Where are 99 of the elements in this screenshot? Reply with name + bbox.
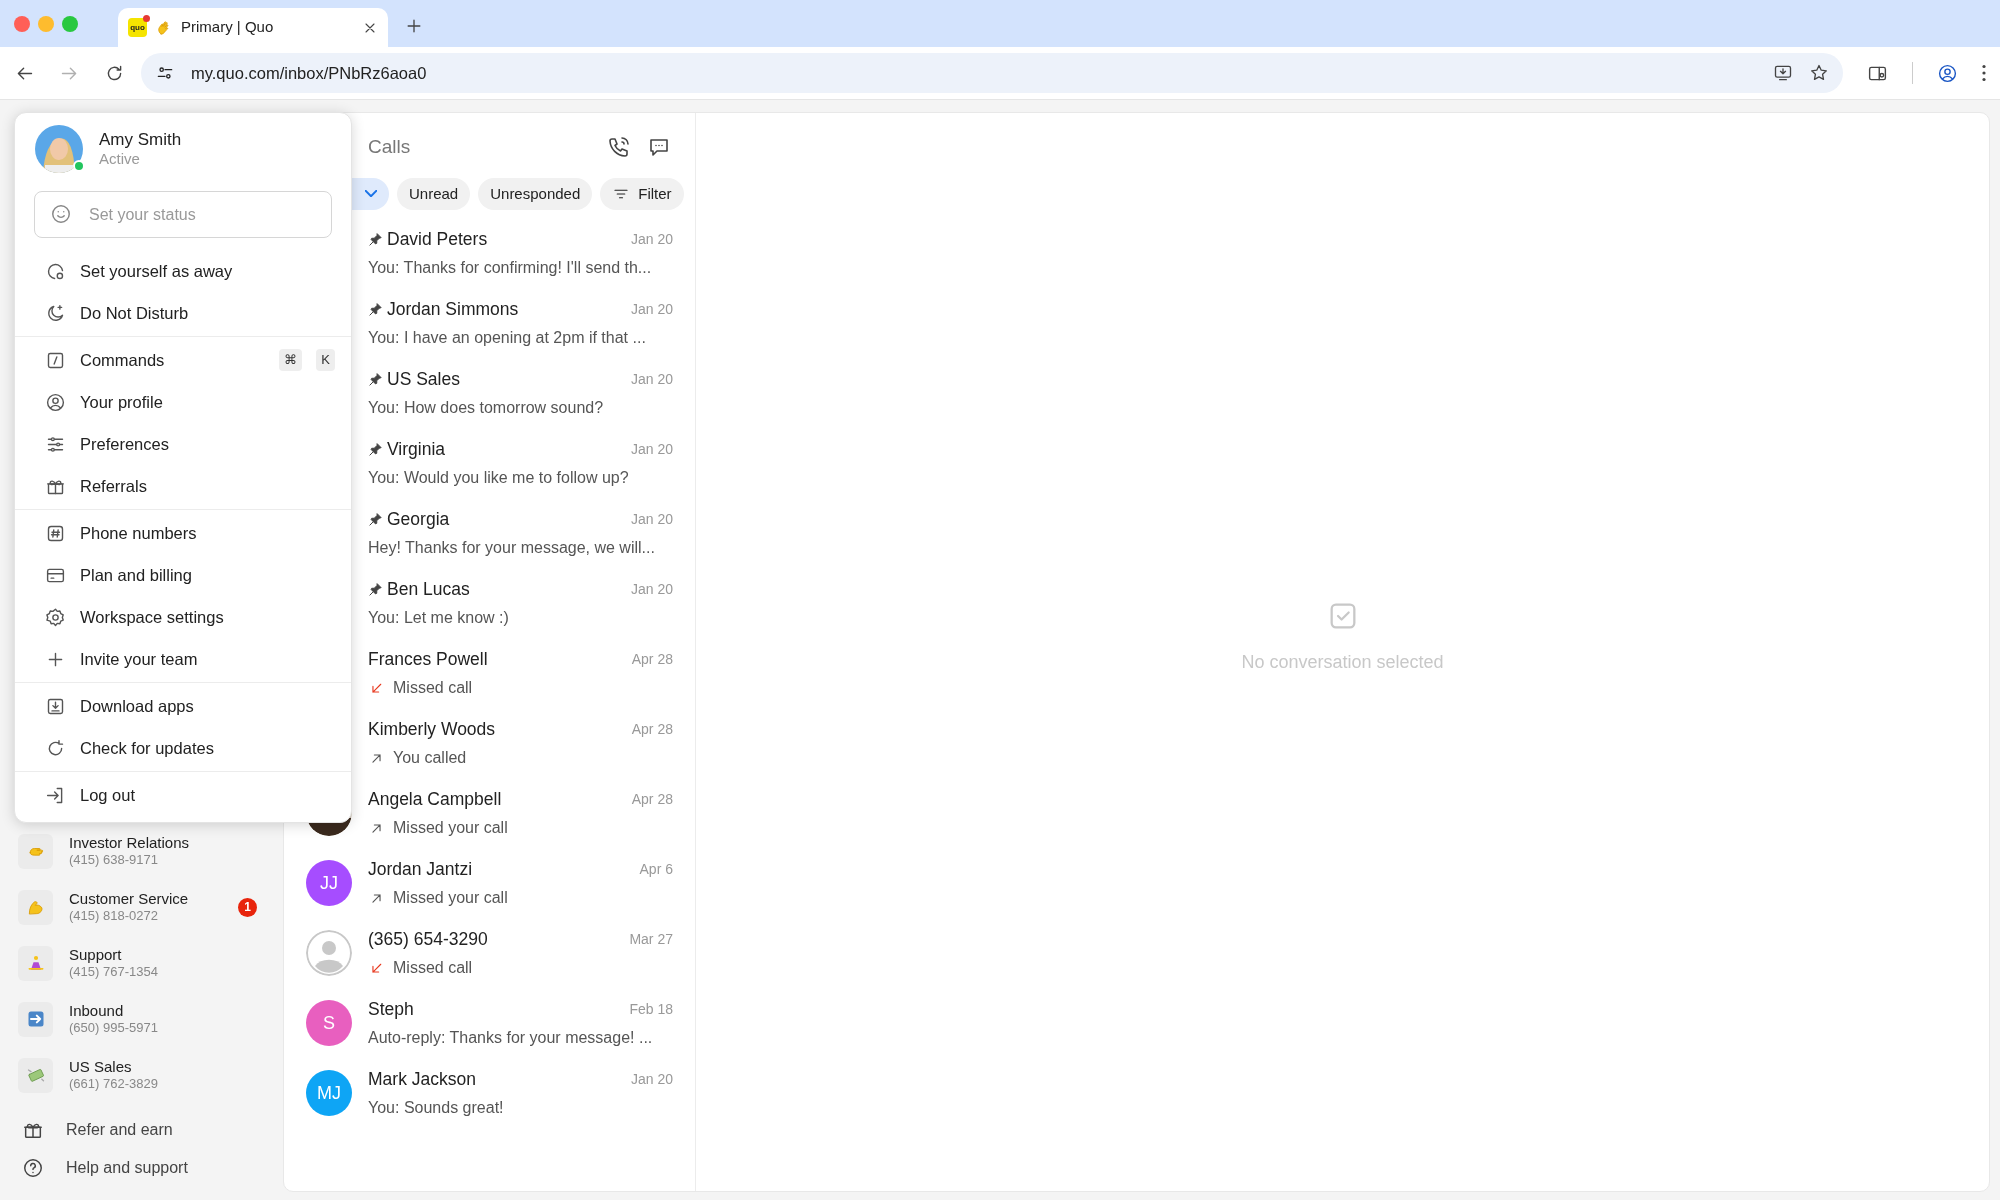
message-preview: Missed call	[393, 958, 473, 979]
message-preview: You: How does tomorrow sound?	[368, 398, 604, 419]
menu-button[interactable]	[1982, 64, 1986, 82]
message-preview: You: Would you like me to follow up?	[368, 468, 629, 489]
chevron-icon	[365, 190, 377, 198]
menu-item[interactable]: Log out	[15, 774, 351, 816]
filter-button[interactable]: Filter	[600, 177, 684, 210]
contact-name: US Sales	[387, 367, 461, 391]
status-field[interactable]: Set your status	[34, 191, 332, 238]
number-name: Investor Relations	[69, 833, 191, 853]
contact-name: Ben Lucas	[387, 577, 471, 601]
conversation-date: Jan 20	[630, 439, 673, 459]
contact-name: Mark Jackson	[368, 1067, 477, 1091]
conversation-item[interactable]: MJ Mark Jackson Jan 20 You: Sounds great!	[284, 1058, 695, 1128]
phone-number: (415) 638-9171	[69, 852, 159, 869]
message-preview: Auto-reply: Thanks for your message! ...	[368, 1028, 653, 1049]
message-preview: Missed call	[393, 678, 473, 699]
conversation-date: Apr 28	[631, 649, 673, 669]
star-icon	[1809, 63, 1829, 83]
contact-name: Steph	[368, 997, 415, 1021]
conversation-item[interactable]: S Steph Feb 18 Auto-reply: Thanks for your message! ...	[284, 988, 695, 1058]
conversation-date: Apr 28	[631, 719, 673, 739]
profile-icon	[45, 391, 66, 413]
phone-number-item[interactable]: US Sales (661) 762-3829	[14, 1047, 269, 1103]
menu-item[interactable]: Do Not Disturb	[15, 292, 351, 334]
shortcut-key: K	[316, 349, 335, 371]
phone-number: (415) 767-1354	[69, 964, 159, 981]
install-button[interactable]	[1773, 63, 1793, 83]
menu-item[interactable]: Commands ⌘ K	[15, 339, 351, 381]
filter-chip[interactable]: Unresponded	[478, 177, 593, 210]
number-name: Customer Service	[69, 889, 190, 909]
unread-badge: 1	[238, 897, 257, 917]
inbox-title: Calls	[368, 135, 412, 159]
menu-item[interactable]: Your profile	[15, 381, 351, 423]
avatar	[306, 930, 352, 976]
phone-number-item[interactable]: Inbound (650) 995-5971	[14, 991, 269, 1047]
message-preview: You called	[393, 748, 467, 769]
avatar: S	[306, 1000, 352, 1046]
phone-number: (415) 818-0272	[69, 908, 159, 925]
sidebar-link[interactable]: Refer and earn	[14, 1111, 269, 1149]
smile-icon	[50, 203, 72, 225]
install-icon	[1773, 63, 1793, 83]
address-bar[interactable]: my.quo.com/inbox/PNbRz6aoa0	[141, 53, 1843, 93]
conversation-date: Jan 20	[630, 579, 673, 599]
message-preview: Missed your call	[393, 888, 508, 909]
phone-number: (661) 762-3829	[69, 1076, 159, 1093]
conversation-date: Jan 20	[630, 369, 673, 389]
filter-chip[interactable]: Unread	[397, 177, 471, 210]
contact-name: Frances Powell	[368, 647, 489, 671]
conversation-date: Jan 20	[630, 299, 673, 319]
contact-name: (365) 654-3290	[368, 927, 489, 951]
profile-icon	[1937, 62, 1958, 84]
conversation-date: Jan 20	[630, 1069, 673, 1089]
sidebar-link[interactable]: Help and support	[14, 1149, 269, 1187]
conversation-date: Apr 28	[631, 789, 673, 809]
message-preview: You: I have an opening at 2pm if that ...	[368, 328, 646, 349]
contact-name: Georgia	[387, 507, 451, 531]
phone-number-item[interactable]: Support (415) 767-1354	[14, 935, 269, 991]
user-name: Amy Smith	[99, 129, 182, 151]
moon-icon	[45, 302, 66, 324]
conversation-item[interactable]: (365) 654-3290 Mar 27 Missed call	[284, 918, 695, 988]
message-preview: Missed your call	[393, 818, 508, 839]
conversation-date: Jan 20	[630, 509, 673, 529]
contact-name: Jordan Jantzi	[368, 857, 474, 881]
phone-number: (650) 995-5971	[69, 1020, 159, 1037]
contact-name: Virginia	[387, 437, 447, 461]
conversation-date: Mar 27	[629, 929, 673, 949]
conversation-date: Feb 18	[629, 999, 673, 1019]
conversation-item[interactable]: JJ Jordan Jantzi Apr 6 Missed your call	[284, 848, 695, 918]
quo-logo: quo	[128, 18, 147, 37]
number-name: US Sales	[69, 1057, 133, 1077]
help-icon	[22, 1157, 44, 1179]
bookmark-button[interactable]	[1809, 63, 1829, 83]
url-text: my.quo.com/inbox/PNbRz6aoa0	[191, 62, 428, 84]
contact-name: David Peters	[387, 227, 489, 251]
menu-icon	[1982, 64, 1986, 82]
contact-name: Kimberly Woods	[368, 717, 497, 741]
message-preview: You: Sounds great!	[368, 1098, 504, 1119]
shortcut-key: ⌘	[279, 349, 303, 371]
phone-icon	[607, 135, 631, 160]
contact-name: Angela Campbell	[368, 787, 503, 811]
tab-title: Primary | Quo	[181, 17, 275, 38]
message-preview: Hey! Thanks for your message, we will...	[368, 538, 655, 559]
conversation-date: Jan 20	[630, 229, 673, 249]
settings-icon	[45, 606, 66, 628]
avatar: JJ	[306, 860, 352, 906]
message-preview: You: Let me know :)	[368, 608, 509, 629]
message-preview: You: Thanks for confirming! I'll send th...	[368, 258, 652, 279]
user-status: Active	[99, 150, 141, 169]
number-name: Support	[69, 945, 123, 965]
avatar: MJ	[306, 1070, 352, 1116]
profile-button[interactable]	[1937, 62, 1958, 84]
conversation-date: Apr 6	[639, 859, 673, 879]
phone-number-item[interactable]: Customer Service (415) 818-0272 1	[14, 879, 269, 935]
phone-number-item[interactable]: Investor Relations (415) 638-9171	[14, 823, 269, 879]
contact-name: Jordan Simmons	[387, 297, 520, 321]
browser-tab[interactable]: quo Primary | Quo	[118, 8, 388, 47]
new-call-button[interactable]	[607, 135, 631, 160]
number-name: Inbound	[69, 1001, 125, 1021]
